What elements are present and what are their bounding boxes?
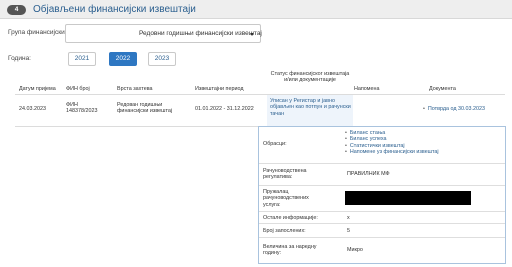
- col-header-status: Статус финансијског извештаја и/или доку…: [270, 71, 350, 84]
- forms-list: Биланс стања Биланс успеха Статистички и…: [345, 130, 439, 155]
- row-status-link[interactable]: Уписан у Регистар и јавно објављен као п…: [270, 98, 352, 117]
- details-row-provider: Пружалац рачуноводствених услуга:: [259, 185, 505, 211]
- col-header-note: Напомена: [354, 86, 380, 92]
- col-header-docs: Документа: [429, 86, 456, 92]
- details-row-size: Величина за наредну годину: Микро: [259, 237, 505, 264]
- col-header-period: Извештајни период: [195, 86, 244, 92]
- regulation-value: ПРАВИЛНИК МФ: [347, 171, 390, 177]
- year-button-2023[interactable]: 2023: [148, 52, 176, 66]
- status-details-panel: Обрасци: Биланс стања Биланс успеха Стат…: [258, 126, 506, 264]
- other-info-label: Остале информације:: [263, 215, 318, 221]
- row-type: Редован годишњи финансијски извештај: [117, 102, 173, 115]
- report-group-select[interactable]: Редовни годишњи финансијски извештај: [65, 24, 262, 43]
- bullet-icon: •: [423, 106, 425, 112]
- details-row-employees: Број запослених: 5: [259, 223, 505, 237]
- row-period: 01.01.2022 - 31.12.2022: [195, 106, 254, 112]
- regulation-label: Рачуноводствена регулатива:: [263, 168, 307, 181]
- report-group-value: Редовни годишњи финансијски извештај: [139, 30, 262, 37]
- row-date: 24.03.2023: [19, 106, 46, 112]
- chevron-down-icon: [250, 33, 254, 36]
- redacted-provider-value: [345, 191, 471, 205]
- forms-label: Обрасци:: [263, 141, 287, 147]
- section-header: 4 Објављени финансијски извештаји: [0, 0, 512, 19]
- row-doc-label: Потврда од 30.03.2023: [427, 106, 485, 112]
- header-divider: [15, 94, 505, 95]
- size-value: Микро: [347, 247, 363, 253]
- section-title[interactable]: Објављени финансијски извештаји: [33, 3, 196, 16]
- employees-label: Број запослених:: [263, 228, 306, 234]
- details-row-regulation: Рачуноводствена регулатива: ПРАВИЛНИК МФ: [259, 163, 505, 185]
- details-row-other: Остале информације: x: [259, 211, 505, 223]
- size-label: Величина за наредну годину:: [263, 244, 317, 257]
- details-row-forms: Обрасци: Биланс стања Биланс успеха Стат…: [259, 127, 505, 163]
- other-info-value: x: [347, 215, 350, 221]
- form-link-notes[interactable]: Напомене уз финансијски извештај: [345, 149, 439, 155]
- year-button-2021[interactable]: 2021: [68, 52, 96, 66]
- year-label: Година:: [8, 55, 31, 62]
- section-number-badge: 4: [7, 5, 26, 15]
- row-fin: ФИН 148378/2023: [66, 102, 98, 115]
- year-button-2022[interactable]: 2022: [109, 52, 137, 66]
- row-doc-link[interactable]: • Потврда од 30.03.2023: [423, 106, 485, 112]
- col-header-fin: ФИН број: [66, 86, 90, 92]
- employees-value: 5: [347, 228, 350, 234]
- col-header-date: Датум пријема: [19, 86, 56, 92]
- col-header-type: Врста захтева: [117, 86, 153, 92]
- provider-label: Пружалац рачуноводствених услуга:: [263, 189, 309, 208]
